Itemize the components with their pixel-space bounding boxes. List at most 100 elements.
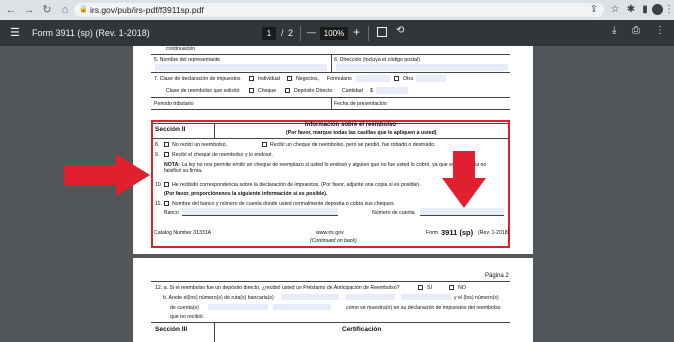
star-icon[interactable]: ☆ (608, 3, 622, 17)
formulario-label: Formulario (327, 76, 352, 82)
sidepanel-icon[interactable]: ▮ (638, 3, 652, 17)
continuacion-text: continuación (166, 46, 196, 52)
section-iii-title: Sección III (155, 326, 188, 333)
deposito-label: Depósito Directo (294, 88, 333, 94)
individual-checkbox[interactable] (249, 76, 254, 81)
address-label: 6. Dirección (incluya el código postal) (334, 57, 420, 63)
line-11-number: 11. (155, 201, 162, 207)
deposito-checkbox[interactable] (285, 88, 290, 93)
line-12d-text: que no recibió. (170, 314, 205, 320)
nota-body: La ley no nos permite emitir un cheque d… (164, 162, 487, 175)
pdf-toolbar: ☰ Form 3911 (sp) (Rev. 1-2018) 1 / 2 — 1… (0, 20, 674, 46)
section-ii-subheading: (Por favor, marque todas las casillas qu… (286, 130, 437, 136)
endorsed-label: Recibí el cheque de reembolso y lo endos… (172, 152, 273, 158)
dollar-sign: $ (370, 88, 373, 94)
browser-toolbar: ← → ↻ ⌂ 🔒 irs.gov/pub/irs-pdf/f3911sp.pd… (0, 0, 674, 20)
more-icon[interactable]: ⋮ (655, 25, 665, 36)
correspondence-label: He recibido correspondencia sobre la dec… (172, 182, 421, 188)
right-arrow-annotation (64, 154, 150, 196)
share-icon[interactable]: ⇪ (587, 3, 601, 17)
correspondence-checkbox[interactable] (164, 182, 169, 187)
reload-icon[interactable]: ↻ (40, 3, 54, 17)
lock-icon[interactable]: 🔒 (79, 3, 88, 17)
lost-check-checkbox[interactable] (262, 142, 267, 147)
otra-field[interactable] (416, 75, 446, 82)
back-icon[interactable]: ← (4, 3, 18, 17)
rep-name-field[interactable] (155, 64, 327, 71)
rule (331, 54, 332, 72)
bank-info-checkbox[interactable] (164, 201, 169, 206)
address-field[interactable] (336, 64, 508, 71)
cuenta-label: Número de cuenta (372, 210, 415, 216)
down-arrow-annotation (442, 151, 486, 208)
form-revision: (Rev. 1-2018) (478, 230, 510, 236)
url-text: irs.gov/pub/irs-pdf/f3911sp.pdf (90, 5, 204, 15)
cuenta-field[interactable] (420, 208, 504, 215)
lost-check-label: Recibí un cheque de reembolso, pero se p… (270, 142, 436, 148)
banco-label: Banco (164, 210, 179, 216)
negocios-checkbox[interactable] (287, 76, 292, 81)
rule (151, 281, 510, 282)
menu-icon[interactable]: ⋮ (662, 3, 674, 17)
otra-checkbox[interactable] (394, 76, 399, 81)
rule (151, 322, 510, 323)
page-total: 2 (288, 28, 294, 38)
formulario-field[interactable] (356, 75, 390, 82)
endorsed-checkbox[interactable] (164, 152, 169, 157)
home-icon[interactable]: ⌂ (58, 3, 72, 17)
no-refund-checkbox[interactable] (164, 142, 169, 147)
nota-label: NOTA: (164, 162, 181, 168)
si-checkbox[interactable] (418, 285, 423, 290)
individual-label: Individual (258, 76, 280, 82)
zoom-in-button[interactable]: + (353, 25, 360, 39)
rotate-icon[interactable]: ⟲ (396, 25, 404, 36)
zoom-input[interactable]: 100% (320, 27, 348, 40)
rule (151, 109, 510, 110)
refund-type-label: Clase de reembolso que solicitó (166, 88, 240, 94)
banco-field[interactable] (182, 208, 338, 215)
line-8-number: 8. (155, 142, 160, 148)
rule (151, 72, 510, 73)
rule (214, 322, 215, 342)
download-icon[interactable]: ⤓ (612, 25, 616, 36)
zoom-out-button[interactable]: — (307, 27, 316, 37)
page-separator: / (281, 28, 284, 38)
account-field-2[interactable] (273, 304, 331, 310)
divider (300, 26, 301, 41)
cantidad-field[interactable] (376, 87, 408, 94)
rep-name-label: 5. Nombre del representante (154, 57, 221, 63)
bank-info-label: Nombre del banco y número de cuenta dond… (172, 201, 394, 207)
cheque-label: Cheque (258, 88, 277, 94)
routing-field-2[interactable] (345, 294, 395, 300)
cantidad-label: Cantidad (342, 88, 363, 94)
page-2-label: Página 2 (485, 273, 509, 279)
catalog-number: Catalog Number 31331A (154, 230, 212, 236)
certification-heading: Certificación (342, 326, 382, 333)
document-title: Form 3911 (sp) (Rev. 1-2018) (32, 28, 150, 38)
rule (153, 138, 508, 139)
page-number-input[interactable]: 1 (262, 27, 276, 40)
extensions-icon[interactable]: ✱ (624, 3, 638, 17)
tax-return-type-label: 7. Clase de declaración de impuestos (154, 76, 241, 82)
fit-page-icon[interactable] (377, 27, 387, 37)
address-bar[interactable]: 🔒 irs.gov/pub/irs-pdf/f3911sp.pdf (74, 3, 604, 17)
line-12b-text: b. Anote el(los) número(s) de ruta(s) ba… (163, 295, 274, 301)
line-9-number: 9. (155, 152, 160, 158)
line-12b-cont: y el (los) número(s) (454, 295, 499, 301)
si-label: SÍ (427, 285, 432, 291)
no-refund-label: No recibí un reembolso. (172, 142, 228, 148)
routing-field-3[interactable] (401, 294, 451, 300)
routing-field-1[interactable] (281, 294, 339, 300)
hamburger-icon[interactable]: ☰ (10, 26, 20, 39)
section-ii-heading: Información sobre el reembolso (305, 122, 397, 128)
account-field-1[interactable] (208, 304, 268, 310)
periodo-label: Periodo tributario (154, 101, 194, 107)
section-ii-title: Sección II (155, 126, 186, 133)
forward-icon[interactable]: → (22, 3, 36, 17)
no-checkbox[interactable] (449, 285, 454, 290)
cheque-checkbox[interactable] (249, 88, 254, 93)
print-icon[interactable]: ⎙ (632, 25, 640, 36)
form-label: Form (426, 230, 439, 236)
negocios-label: Negocios, (296, 76, 320, 82)
fecha-label: Fecha de presentación (334, 101, 387, 107)
